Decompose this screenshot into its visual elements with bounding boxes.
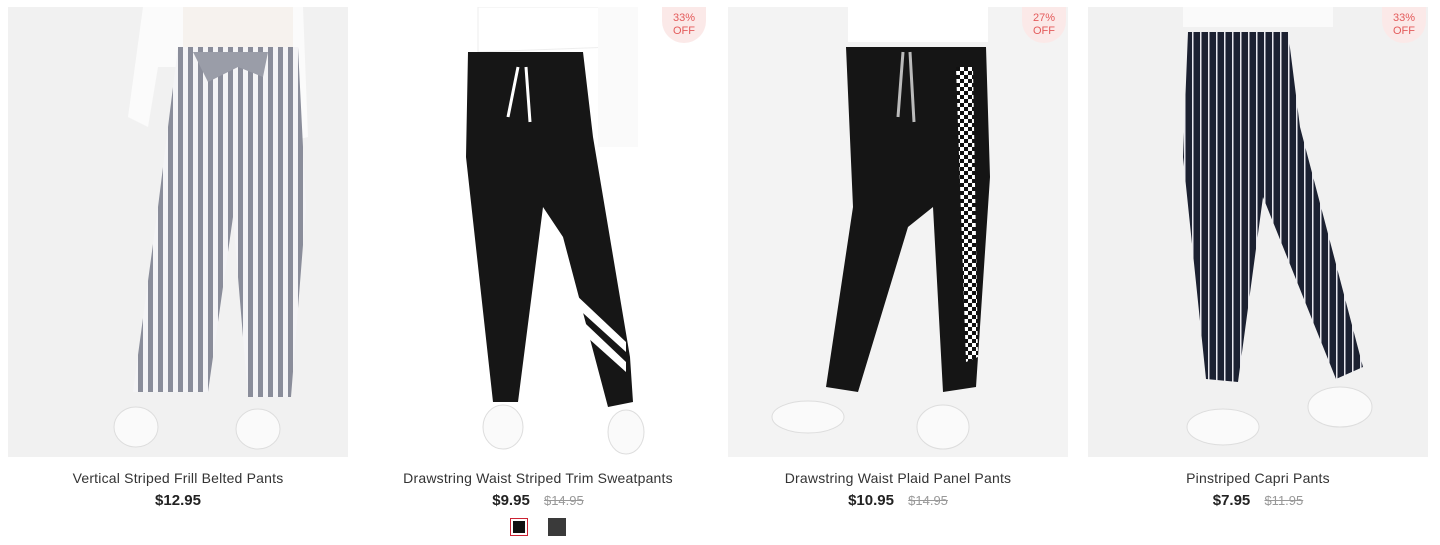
product-title[interactable]: Pinstriped Capri Pants [1088,470,1428,486]
product-card[interactable]: 33% OFF Drawstring Waist Striped Trim Sw… [368,7,708,536]
price-row: $9.95 $14.95 [368,492,708,509]
product-card[interactable]: 27% OFF Drawstring Waist Plaid Panel Pan… [728,7,1068,509]
product-title[interactable]: Drawstring Waist Striped Trim Sweatpants [368,470,708,486]
price-row: $12.95 [8,492,348,509]
product-title[interactable]: Vertical Striped Frill Belted Pants [8,470,348,486]
product-card[interactable]: Vertical Striped Frill Belted Pants $12.… [8,7,348,509]
color-swatches [368,518,708,536]
price-row: $7.95 $11.95 [1088,492,1428,509]
swatch-black[interactable] [509,518,528,536]
original-price: $14.95 [543,493,584,508]
product-price: $9.95 [492,492,530,509]
pinstripe-pants-photo [1183,7,1373,446]
product-price: $10.95 [848,492,894,509]
product-price: $12.95 [155,492,201,509]
original-price: $11.95 [1264,493,1304,508]
product-image[interactable]: 33% OFF [368,7,708,457]
product-image[interactable]: 33% OFF [1088,7,1428,457]
product-image[interactable]: 27% OFF [728,7,1068,457]
original-price: $14.95 [908,493,948,508]
swatch-dark-gray[interactable] [548,518,567,536]
product-price: $7.95 [1212,492,1251,509]
checker-pants-photo [771,7,990,450]
black-sweatpants-photo [466,7,645,455]
product-card[interactable]: 33% OFF Pinstriped Capri Pants $7.95 $11… [1088,7,1428,509]
discount-badge: 33% OFF [662,7,706,43]
discount-badge: 27% OFF [1022,7,1066,43]
product-grid: Vertical Striped Frill Belted Pants $12.… [0,0,1440,545]
striped-pants-photo [113,7,308,450]
discount-badge: 33% OFF [1382,7,1426,43]
product-image[interactable] [8,7,348,457]
product-title[interactable]: Drawstring Waist Plaid Panel Pants [728,470,1068,486]
price-row: $10.95 $14.95 [728,492,1068,509]
